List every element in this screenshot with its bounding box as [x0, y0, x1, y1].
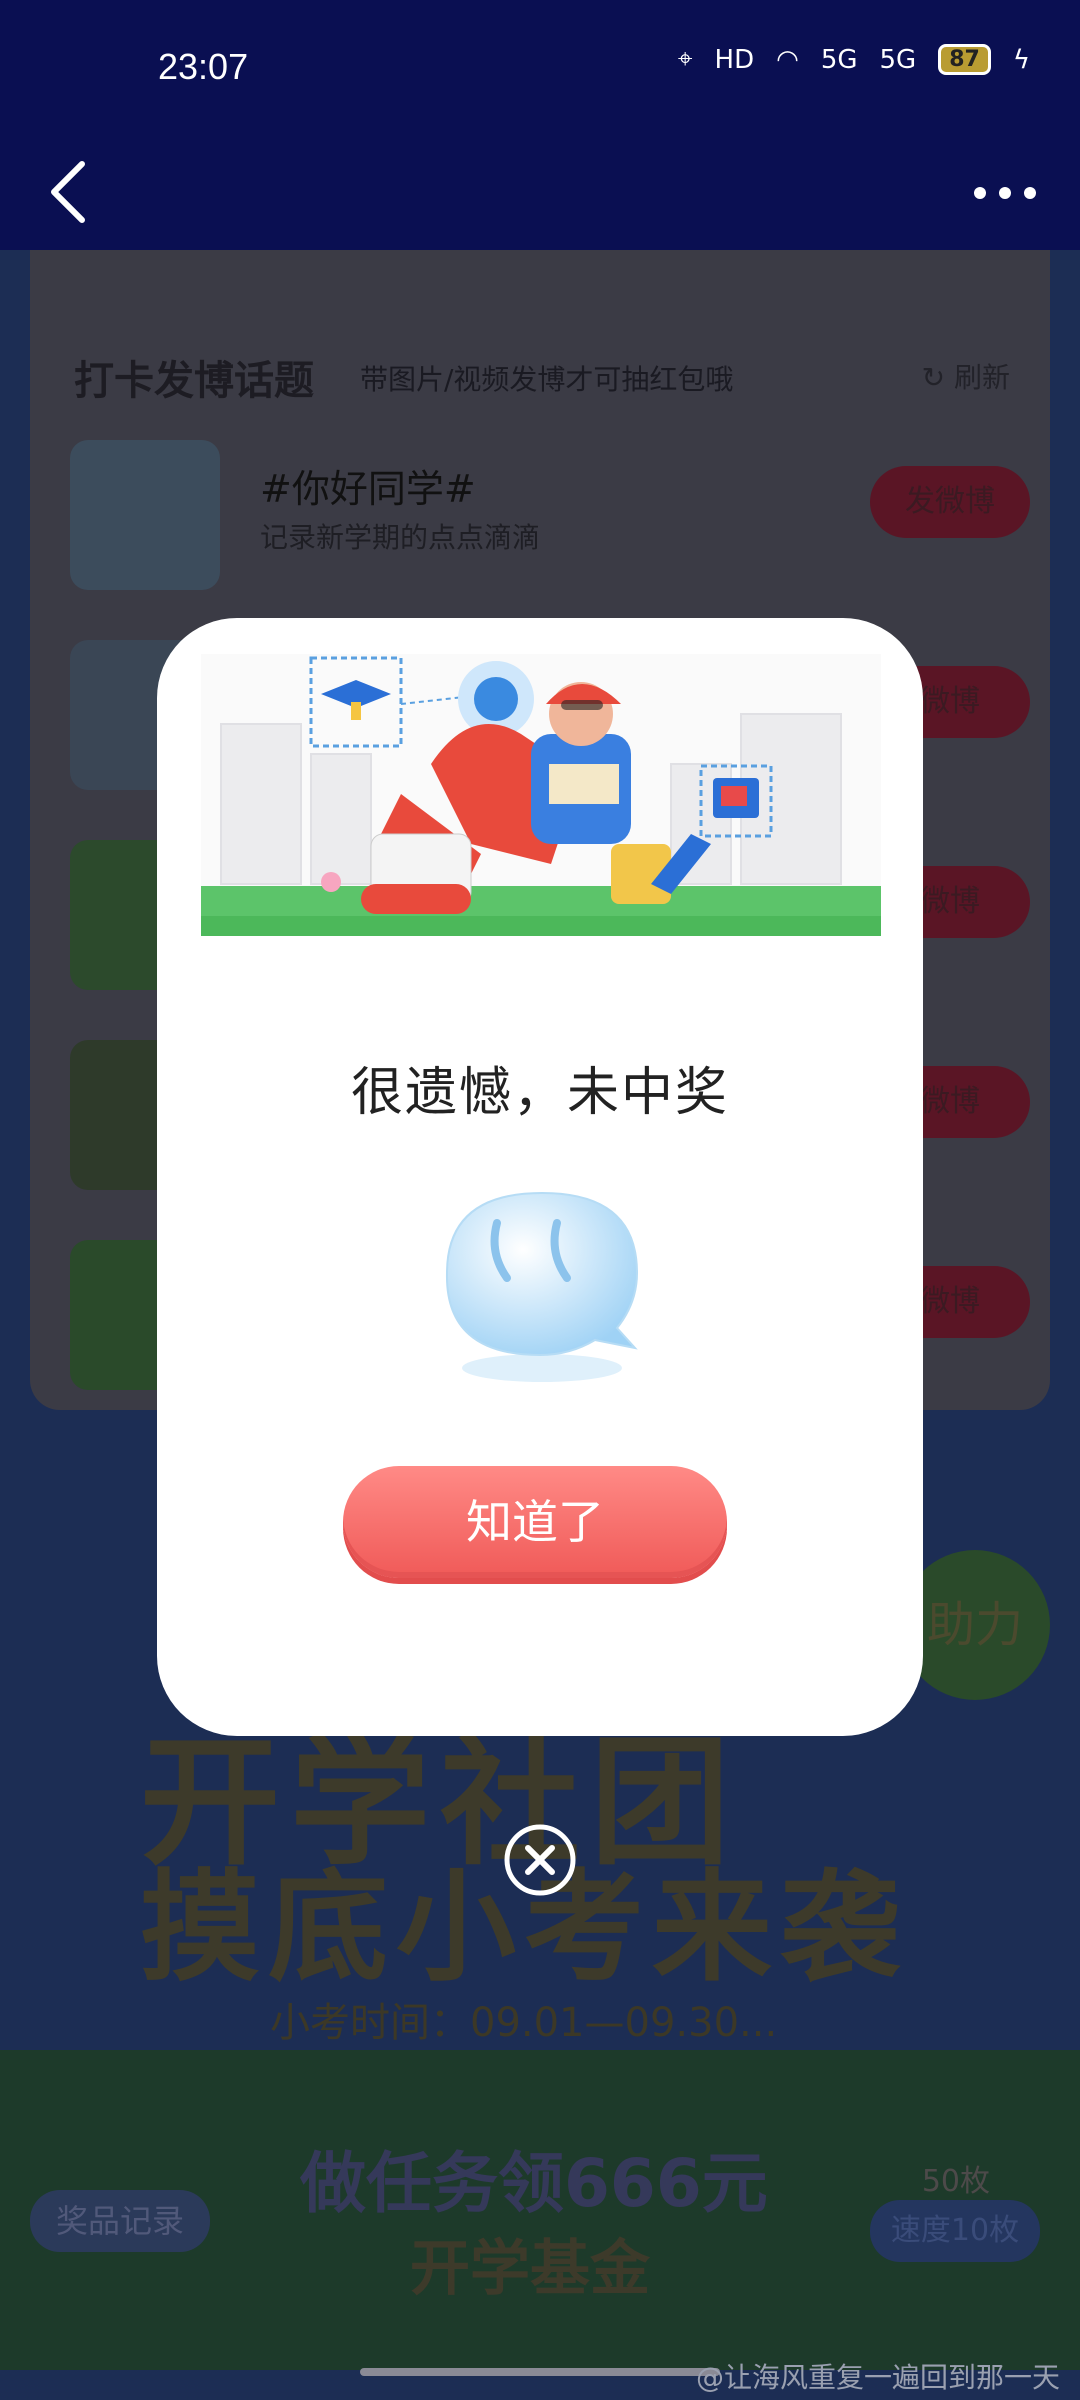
home-indicator[interactable] [360, 2368, 720, 2376]
back-arrow-icon[interactable] [40, 152, 100, 232]
close-icon[interactable] [502, 1822, 578, 1898]
signal-5g-icon-2: 5G [879, 44, 917, 75]
clock: 23:07 [158, 46, 249, 87]
more-icon[interactable] [970, 178, 1040, 208]
battery-icon: 87 [938, 44, 991, 75]
acknowledge-button[interactable]: 知道了 [343, 1466, 727, 1578]
student-illustration [201, 654, 881, 936]
status-icons: ⌖ HD ◠ 5G 5G 87 ϟ [678, 44, 1030, 75]
wifi-icon: ◠ [776, 44, 799, 75]
charging-icon: ϟ [1012, 44, 1030, 75]
empty-bubble-icon [445, 1191, 639, 1382]
nav-bar [0, 140, 1080, 250]
result-message: 很遗憾，未中奖 [350, 1063, 729, 1123]
watermark: @让海风重复一遍回到那一天 [695, 2361, 1060, 2394]
location-icon: ⌖ [677, 44, 693, 74]
status-bar: 23:07 ⌖ HD ◠ 5G 5G 87 ϟ [0, 0, 1080, 140]
signal-5g-icon: 5G [820, 44, 858, 75]
result-dialog: 很遗憾，未中奖 知道了 [157, 618, 923, 1736]
hd-icon: HD [714, 44, 755, 75]
